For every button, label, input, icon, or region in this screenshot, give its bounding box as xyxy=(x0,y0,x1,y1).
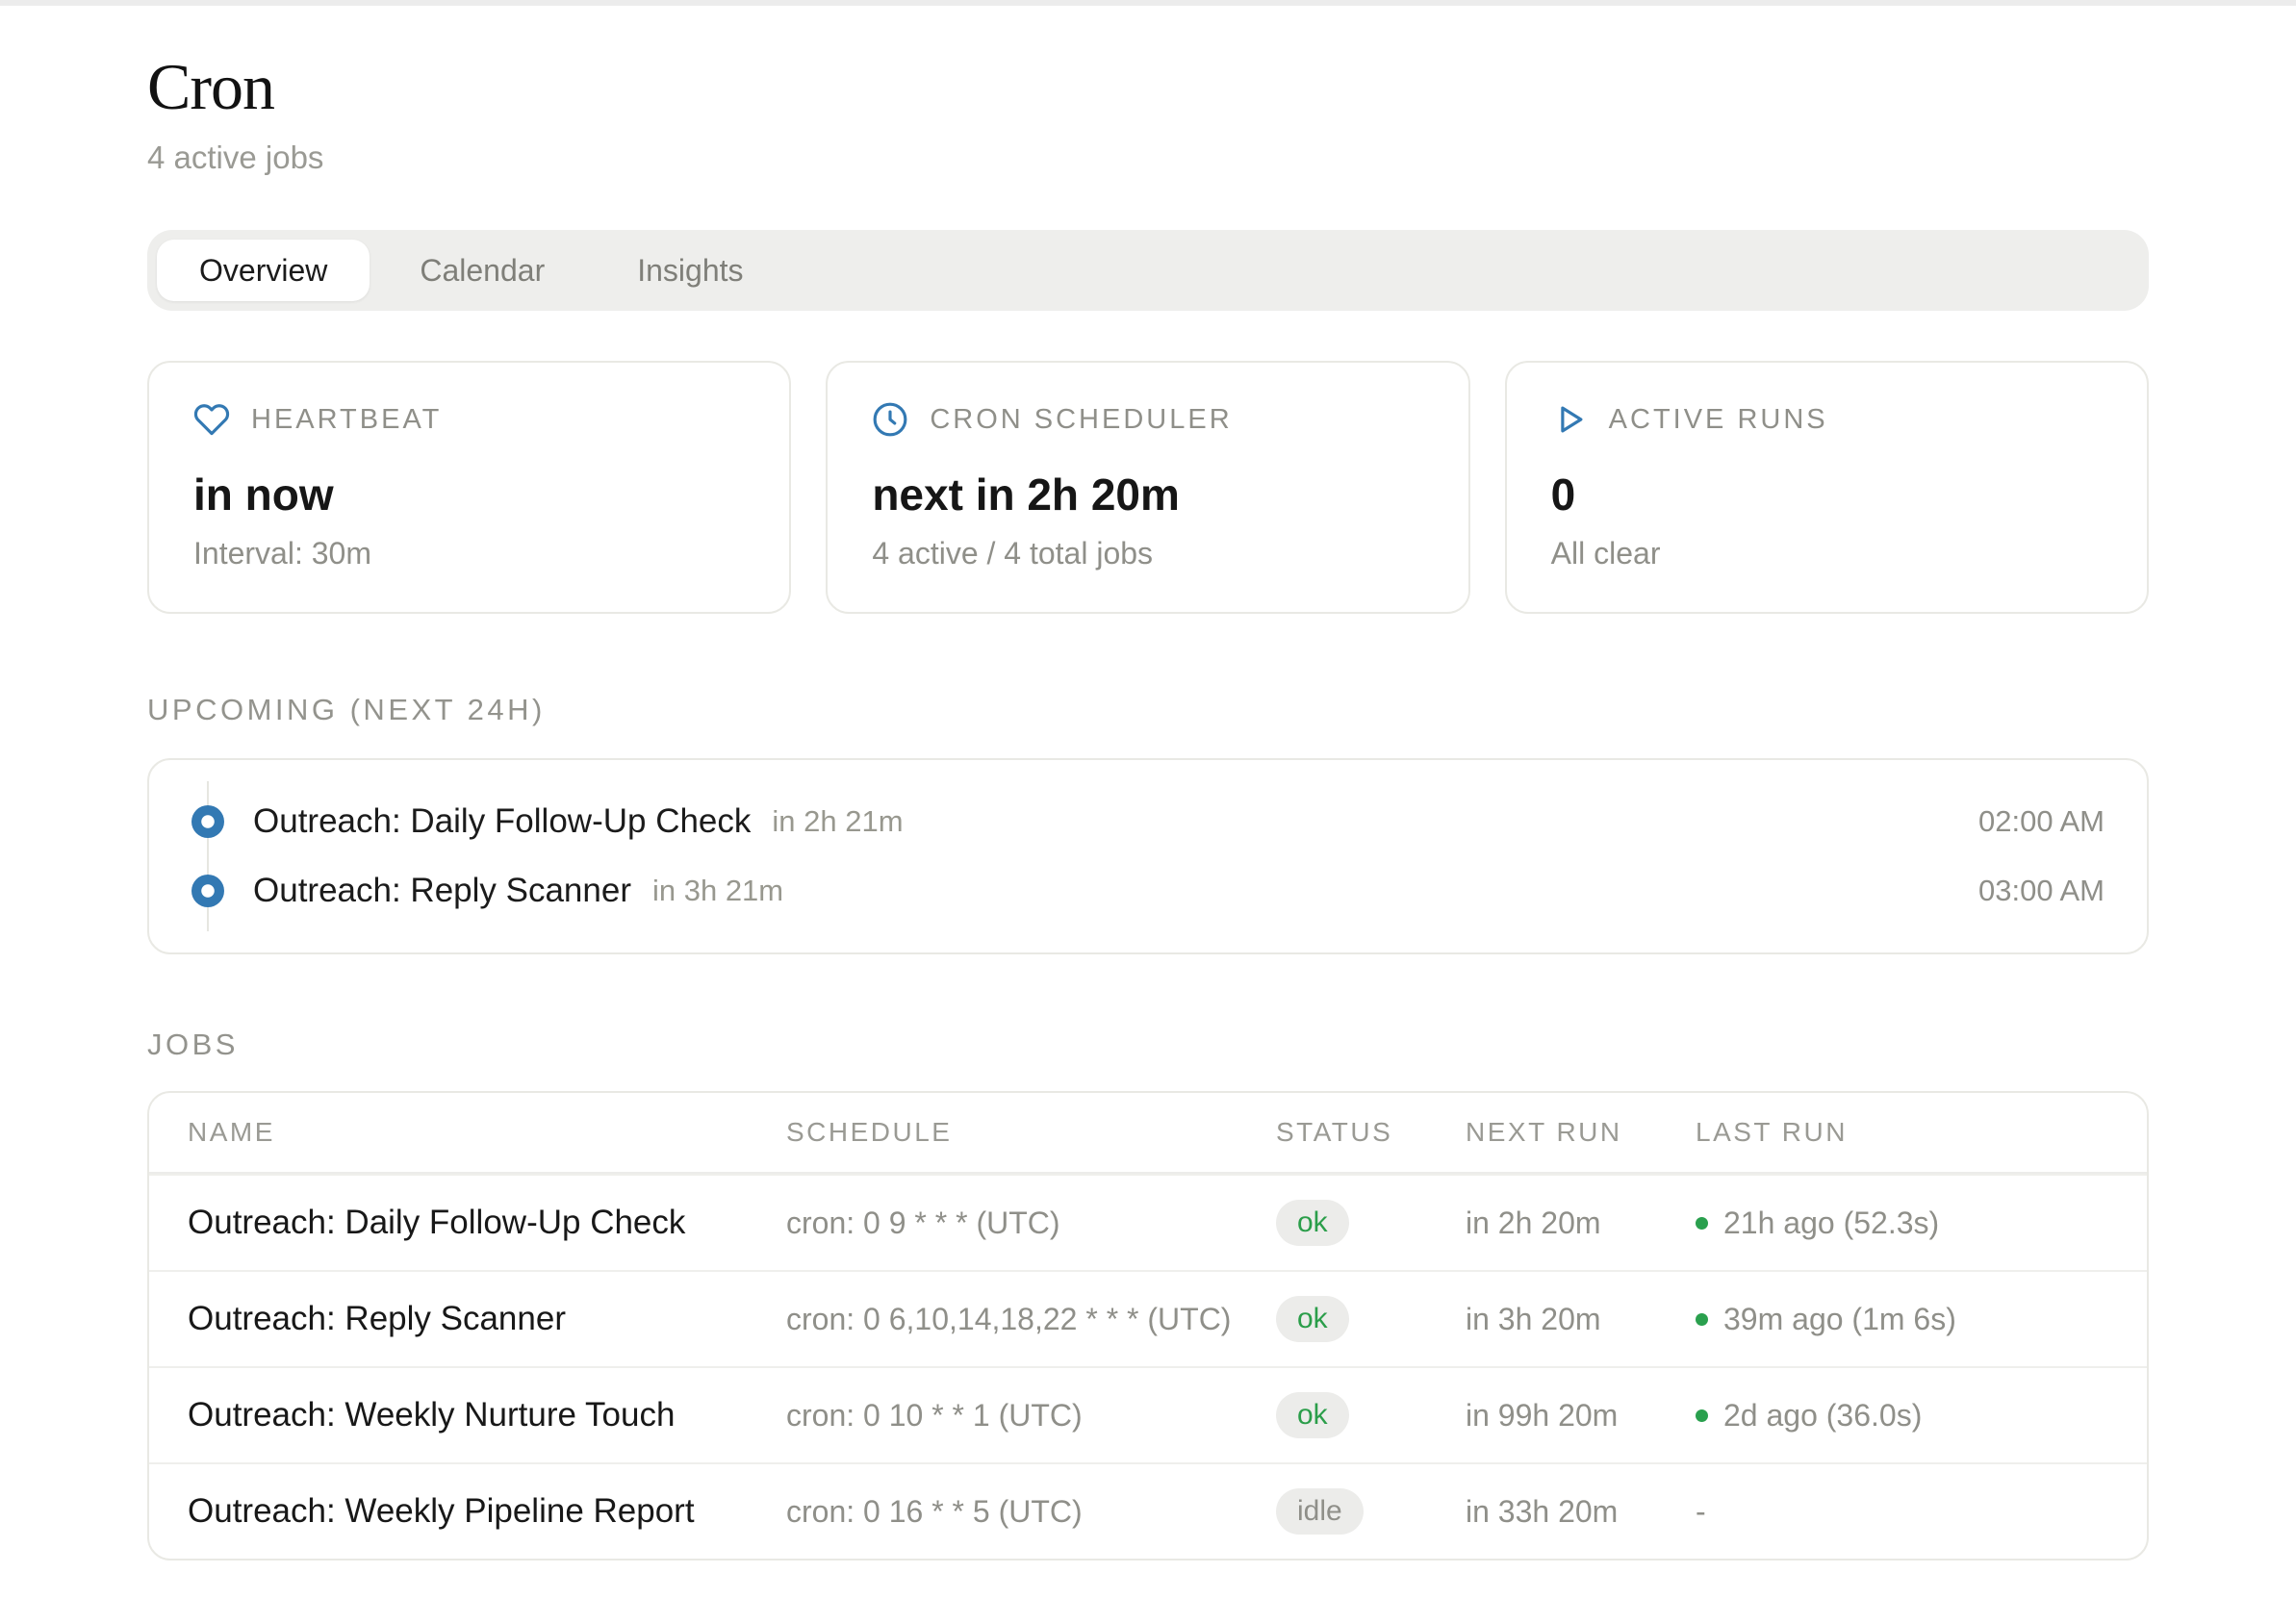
job-last-run: 21h ago (52.3s) xyxy=(1696,1206,2108,1241)
table-row[interactable]: Outreach: Weekly Nurture Touch cron: 0 1… xyxy=(149,1366,2147,1462)
heartbeat-label: HEARTBEAT xyxy=(251,404,442,436)
job-last-run-text: - xyxy=(1696,1494,1706,1530)
clock-icon xyxy=(872,401,908,438)
jobs-table: NAME SCHEDULE STATUS NEXT RUN LAST RUN O… xyxy=(147,1091,2149,1561)
status-badge: ok xyxy=(1276,1200,1349,1246)
heartbeat-interval: Interval: 30m xyxy=(193,536,745,571)
cron-scheduler-totals: 4 active / 4 total jobs xyxy=(872,536,1423,571)
timeline-dot-icon xyxy=(191,875,224,907)
active-jobs-count: 4 active jobs xyxy=(147,140,2149,176)
cron-scheduler-label: CRON SCHEDULER xyxy=(930,404,1232,436)
upcoming-relative-time: in 3h 21m xyxy=(652,874,783,908)
column-header-name: NAME xyxy=(188,1117,786,1148)
upcoming-job-name: Outreach: Daily Follow-Up Check xyxy=(253,802,751,841)
jobs-table-header: NAME SCHEDULE STATUS NEXT RUN LAST RUN xyxy=(149,1093,2147,1174)
job-schedule: cron: 0 10 * * 1 (UTC) xyxy=(786,1398,1276,1434)
job-name: Outreach: Weekly Pipeline Report xyxy=(188,1492,786,1531)
heartbeat-value: in now xyxy=(193,469,745,520)
job-last-run-text: 2d ago (36.0s) xyxy=(1723,1398,1922,1434)
job-schedule: cron: 0 6,10,14,18,22 * * * (UTC) xyxy=(786,1302,1276,1337)
upcoming-card: Outreach: Daily Follow-Up Check in 2h 21… xyxy=(147,758,2149,954)
jobs-heading: JOBS xyxy=(147,1028,2149,1062)
job-last-run-text: 21h ago (52.3s) xyxy=(1723,1206,1939,1241)
success-dot-icon xyxy=(1696,1409,1708,1422)
heart-icon xyxy=(193,401,230,438)
upcoming-heading: UPCOMING (NEXT 24H) xyxy=(147,693,2149,727)
job-last-run-text: 39m ago (1m 6s) xyxy=(1723,1302,1956,1337)
tab-insights[interactable]: Insights xyxy=(595,240,785,301)
cron-dashboard: Cron 4 active jobs Overview Calendar Ins… xyxy=(147,6,2149,1561)
column-header-status: STATUS xyxy=(1276,1117,1466,1148)
job-schedule: cron: 0 16 * * 5 (UTC) xyxy=(786,1494,1276,1530)
column-header-next-run: NEXT RUN xyxy=(1466,1117,1696,1148)
status-badge: ok xyxy=(1276,1392,1349,1438)
tabbar: Overview Calendar Insights xyxy=(147,230,2149,311)
page-header: Cron 4 active jobs xyxy=(147,6,2149,176)
cron-scheduler-card: CRON SCHEDULER next in 2h 20m 4 active /… xyxy=(826,361,1469,614)
timeline-dot-icon xyxy=(191,805,224,838)
job-name: Outreach: Daily Follow-Up Check xyxy=(188,1204,786,1242)
job-next-run: in 3h 20m xyxy=(1466,1302,1696,1337)
active-runs-label: ACTIVE RUNS xyxy=(1609,404,1828,436)
tab-calendar[interactable]: Calendar xyxy=(377,240,587,301)
job-name: Outreach: Reply Scanner xyxy=(188,1300,786,1338)
job-last-run: 39m ago (1m 6s) xyxy=(1696,1302,2108,1337)
job-last-run: 2d ago (36.0s) xyxy=(1696,1398,2108,1434)
page-title: Cron xyxy=(147,52,2149,122)
active-runs-card: ACTIVE RUNS 0 All clear xyxy=(1505,361,2149,614)
success-dot-icon xyxy=(1696,1313,1708,1326)
table-row[interactable]: Outreach: Weekly Pipeline Report cron: 0… xyxy=(149,1462,2147,1559)
upcoming-job-name: Outreach: Reply Scanner xyxy=(253,872,631,910)
upcoming-scheduled-time: 03:00 AM xyxy=(1978,874,2105,908)
table-row[interactable]: Outreach: Daily Follow-Up Check cron: 0 … xyxy=(149,1174,2147,1270)
status-badge: ok xyxy=(1276,1296,1349,1342)
tab-overview[interactable]: Overview xyxy=(157,240,370,301)
active-runs-status: All clear xyxy=(1551,536,2103,571)
column-header-last-run: LAST RUN xyxy=(1696,1117,2108,1148)
upcoming-relative-time: in 2h 21m xyxy=(772,804,903,839)
upcoming-item[interactable]: Outreach: Reply Scanner in 3h 21m 03:00 … xyxy=(191,856,2105,926)
cron-scheduler-value: next in 2h 20m xyxy=(872,469,1423,520)
stat-cards: HEARTBEAT in now Interval: 30m CRON SCHE… xyxy=(147,361,2149,614)
active-runs-value: 0 xyxy=(1551,469,2103,520)
job-next-run: in 33h 20m xyxy=(1466,1494,1696,1530)
column-header-schedule: SCHEDULE xyxy=(786,1117,1276,1148)
job-last-run: - xyxy=(1696,1494,2108,1530)
job-schedule: cron: 0 9 * * * (UTC) xyxy=(786,1206,1276,1241)
table-row[interactable]: Outreach: Reply Scanner cron: 0 6,10,14,… xyxy=(149,1270,2147,1366)
play-icon xyxy=(1551,401,1588,438)
job-next-run: in 2h 20m xyxy=(1466,1206,1696,1241)
heartbeat-card: HEARTBEAT in now Interval: 30m xyxy=(147,361,791,614)
status-badge: idle xyxy=(1276,1488,1364,1535)
job-next-run: in 99h 20m xyxy=(1466,1398,1696,1434)
upcoming-item[interactable]: Outreach: Daily Follow-Up Check in 2h 21… xyxy=(191,787,2105,856)
job-name: Outreach: Weekly Nurture Touch xyxy=(188,1396,786,1434)
upcoming-scheduled-time: 02:00 AM xyxy=(1978,804,2105,839)
success-dot-icon xyxy=(1696,1217,1708,1230)
